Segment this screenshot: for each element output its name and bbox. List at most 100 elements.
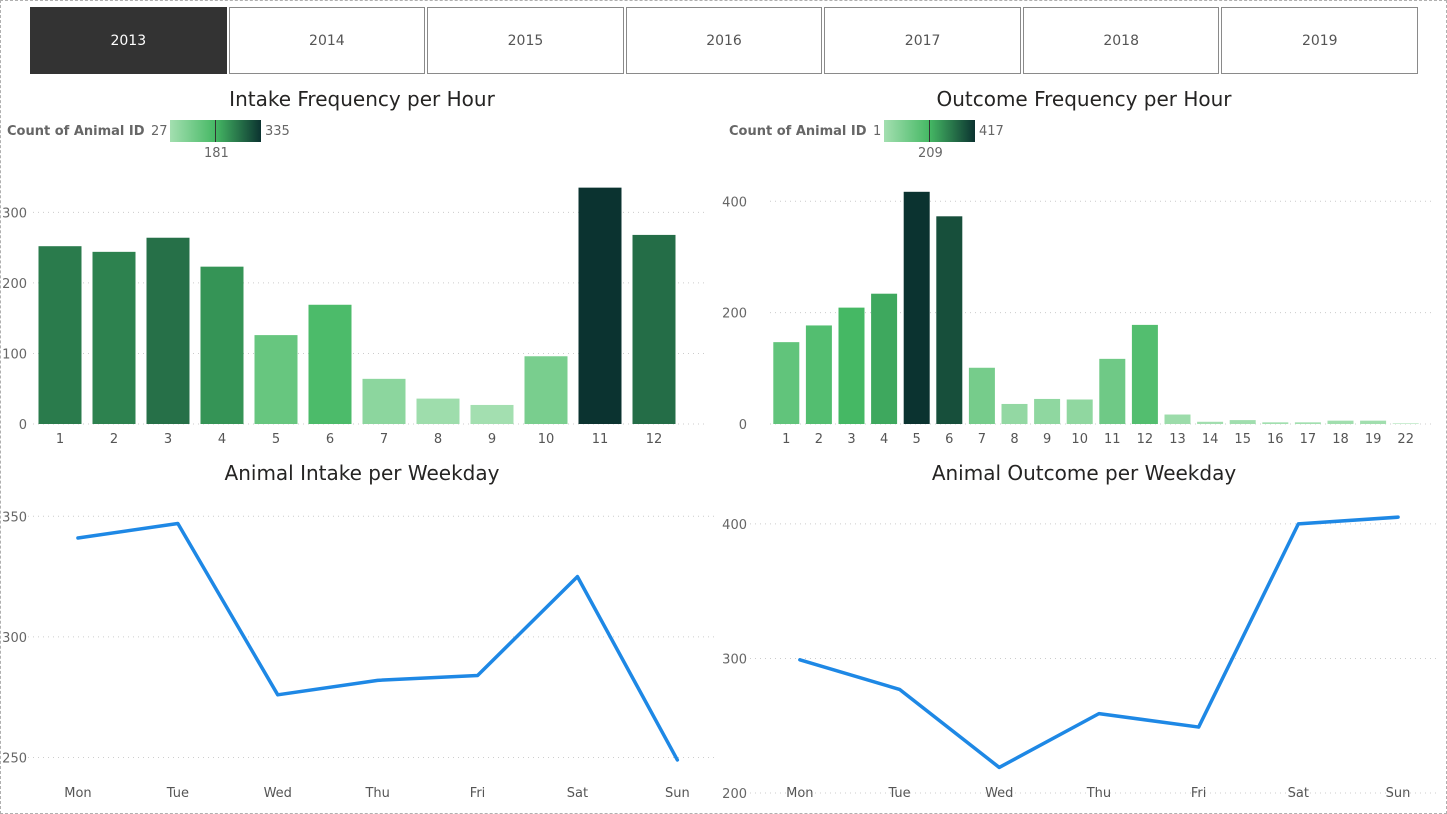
year-button-2018[interactable]: 2018	[1022, 7, 1220, 74]
x-tick-label: 18	[1332, 432, 1349, 447]
y-tick-label: 100	[2, 347, 27, 362]
x-tick-label: Fri	[470, 786, 486, 801]
intake-weekday-chart: 250 300 350 Mon Tue Wed Thu Fri Sat Sun	[2, 510, 718, 801]
x-tick-label: 17	[1300, 432, 1317, 447]
x-tick-label: 7	[978, 432, 986, 447]
bar	[254, 335, 298, 424]
legend-mid-tick	[929, 120, 930, 142]
intake-weekday-title: Animal Intake per Weekday	[224, 461, 500, 485]
bar	[1229, 420, 1256, 424]
x-tick-label: Thu	[364, 786, 389, 801]
bar	[38, 246, 82, 424]
x-tick-label: 6	[326, 432, 334, 447]
bar	[416, 398, 460, 424]
outcome-hour-chart: 02004001 2 3 4 5 6 7 8 9 10 11 12 13 14 15 16 17 18 19 22	[722, 191, 1432, 447]
year-button-2014[interactable]: 2014	[228, 7, 426, 74]
x-tick-label: Tue	[887, 786, 910, 801]
intake-hour-title: Intake Frequency per Hour	[229, 87, 495, 111]
x-tick-label: Thu	[1086, 786, 1111, 801]
x-tick-label: 11	[1104, 432, 1121, 447]
bar	[1099, 358, 1126, 424]
bar	[578, 187, 622, 424]
bar	[362, 378, 406, 424]
x-tick-label: Mon	[786, 786, 813, 801]
x-tick-label: 22	[1397, 432, 1414, 447]
year-button-2019[interactable]: 2019	[1221, 7, 1419, 74]
x-tick-label: 16	[1267, 432, 1284, 447]
bar	[1066, 399, 1093, 424]
bar	[146, 237, 190, 424]
x-tick-label: Fri	[1191, 786, 1207, 801]
bar	[968, 367, 995, 424]
x-tick-label: 10	[538, 432, 555, 447]
x-tick-label: 1	[56, 432, 64, 447]
outcome-hour-title: Outcome Frequency per Hour	[936, 87, 1232, 111]
legend-min: 1	[873, 124, 882, 139]
year-button-2017[interactable]: 2017	[824, 7, 1021, 74]
x-tick-label: 9	[488, 432, 496, 447]
x-tick-label: 5	[272, 432, 280, 447]
bar	[524, 356, 568, 424]
bar	[936, 216, 963, 424]
x-tick-label: Wed	[264, 786, 292, 801]
x-tick-label: 4	[218, 432, 226, 447]
year-button-2013[interactable]: 2013	[30, 7, 227, 74]
x-tick-label: 13	[1169, 432, 1186, 447]
y-tick-label: 300	[722, 652, 747, 667]
legend-mid-tick	[215, 120, 216, 142]
x-tick-label: 3	[164, 432, 172, 447]
x-tick-label: 6	[945, 432, 953, 447]
bar	[1131, 324, 1158, 424]
bar	[838, 307, 865, 424]
bar	[1392, 423, 1419, 424]
bar	[773, 342, 800, 424]
bar	[1262, 422, 1289, 424]
legend-min: 27	[151, 124, 168, 139]
series-line	[76, 521, 680, 762]
year-button-2015[interactable]: 2015	[427, 7, 624, 74]
bar	[1294, 422, 1321, 424]
bar	[308, 304, 352, 424]
x-tick-label: 11	[592, 432, 609, 447]
x-tick-label: Sat	[567, 786, 588, 801]
y-tick-label: 400	[722, 195, 747, 210]
x-tick-label: 5	[913, 432, 921, 447]
y-tick-label: 300	[2, 631, 27, 646]
x-tick-label: 12	[1137, 432, 1154, 447]
x-tick-label: 4	[880, 432, 888, 447]
x-tick-label: Mon	[64, 786, 91, 801]
y-tick-label: 400	[722, 518, 747, 533]
bar	[1164, 414, 1191, 424]
bar	[1360, 420, 1387, 424]
year-button-2016[interactable]: 2016	[625, 7, 823, 74]
bar	[200, 266, 244, 424]
bar	[903, 191, 930, 424]
bar	[1327, 420, 1354, 424]
x-tick-label: 19	[1365, 432, 1382, 447]
x-tick-label: Sun	[1386, 786, 1411, 801]
x-tick-label: 3	[847, 432, 855, 447]
x-tick-label: Wed	[985, 786, 1013, 801]
intake-hour-chart: 01002003001 2 3 4 5 6 7 8 9 10 11 12	[2, 187, 708, 447]
outcome-weekday-title: Animal Outcome per Weekday	[931, 461, 1237, 485]
outcome-weekday-chart: 200 300 400 Mon Tue Wed Thu Fri Sat Sun	[722, 515, 1438, 802]
x-tick-label: 8	[1010, 432, 1018, 447]
x-tick-label: 2	[815, 432, 823, 447]
x-tick-label: Tue	[166, 786, 189, 801]
legend-title: Count of Animal ID	[7, 124, 145, 139]
legend-title: Count of Animal ID	[729, 124, 867, 139]
x-tick-label: 10	[1071, 432, 1088, 447]
y-tick-label: 200	[2, 277, 27, 292]
y-tick-label: 350	[2, 510, 27, 525]
y-tick-label: 0	[739, 418, 747, 433]
y-tick-label: 250	[2, 752, 27, 767]
x-tick-label: Sat	[1288, 786, 1309, 801]
y-tick-label: 200	[722, 307, 747, 322]
bar	[470, 404, 514, 424]
x-tick-label: 12	[646, 432, 663, 447]
year-slicer: 2013 2014 2015 2016 2017 2018 2019	[30, 7, 1419, 74]
bar	[1197, 421, 1224, 424]
x-tick-label: 7	[380, 432, 388, 447]
x-tick-label: 9	[1043, 432, 1051, 447]
legend-mid: 209	[918, 146, 943, 161]
